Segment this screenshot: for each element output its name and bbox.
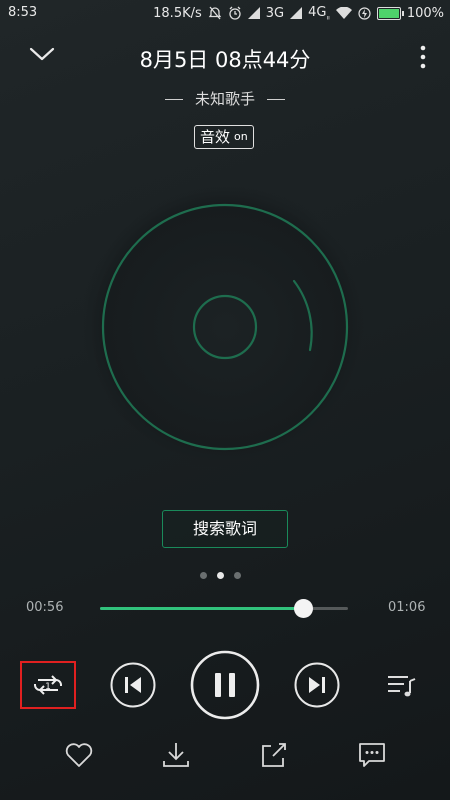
total-time: 01:06: [388, 600, 426, 615]
artist-name: 未知歌手: [194, 90, 255, 108]
progress-knob[interactable]: [294, 599, 314, 618]
share-icon[interactable]: [259, 740, 289, 770]
mute-icon: [208, 6, 222, 20]
repeat-one-icon: 1: [34, 675, 62, 695]
playlist-queue-button[interactable]: [386, 672, 418, 700]
effect-label: 音效: [200, 128, 231, 146]
previous-track-button[interactable]: [110, 662, 156, 708]
playlist-icon: [388, 676, 416, 697]
page-dot[interactable]: [200, 572, 207, 579]
page-indicator: [200, 572, 241, 579]
current-time: 00:56: [26, 600, 64, 615]
repeat-single-button[interactable]: 1: [20, 661, 76, 709]
pause-icon: [190, 650, 260, 720]
next-track-button[interactable]: [294, 662, 340, 708]
status-icons: 18.5K/s 3G 4Gıı 100%: [153, 5, 444, 22]
page-dot-active[interactable]: [217, 572, 224, 579]
artist-line[interactable]: 未知歌手: [0, 88, 450, 109]
battery-percent: 100%: [406, 5, 444, 21]
repeat-badge: 1: [45, 682, 51, 692]
page-dot[interactable]: [234, 572, 241, 579]
network-3g-label: 3G: [265, 5, 285, 21]
next-icon: [294, 662, 340, 708]
comment-icon[interactable]: [357, 740, 387, 770]
dash-left: [164, 99, 183, 100]
progress-fill: [100, 607, 304, 610]
battery-icon: [376, 6, 404, 20]
effect-state: on: [234, 130, 248, 143]
favorite-heart-icon[interactable]: [64, 740, 94, 770]
status-time: 8:53: [8, 5, 38, 20]
more-options-icon[interactable]: [414, 44, 432, 70]
song-title: 8月5日 08点44分: [139, 48, 311, 72]
network-4g-label: 4Gıı: [308, 5, 330, 22]
wifi-icon: [335, 7, 352, 20]
pause-button[interactable]: [190, 650, 260, 720]
search-lyrics-button[interactable]: 搜索歌词: [162, 510, 288, 548]
dash-right: [267, 99, 285, 100]
signal-icon: [247, 7, 260, 20]
alarm-icon: [228, 6, 242, 20]
status-bar: 8:53 18.5K/s 3G 4Gıı 100%: [0, 0, 450, 26]
album-disc[interactable]: [78, 180, 372, 474]
download-icon[interactable]: [161, 740, 191, 770]
sound-effect-badge[interactable]: 音效 on: [194, 125, 254, 149]
previous-icon: [110, 662, 156, 708]
charging-icon: [358, 7, 371, 20]
signal-icon: [290, 7, 303, 20]
progress-bar[interactable]: [100, 599, 348, 618]
net-speed: 18.5K/s: [153, 5, 202, 21]
